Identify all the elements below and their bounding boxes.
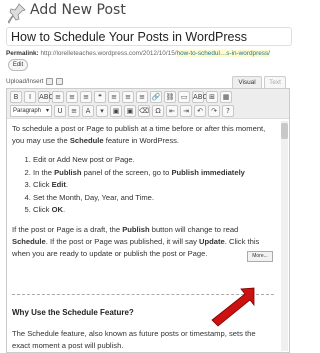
toolbar-row2-button-8[interactable]: ⇤ (166, 105, 178, 117)
toolbar-row2-button-6[interactable]: ⌫ (138, 105, 150, 117)
add-image-icon[interactable] (56, 78, 64, 85)
upload-insert-row: Upload/Insert (6, 78, 64, 85)
list-item: Edit or Add New post or Page. (33, 154, 274, 167)
tab-text[interactable]: Text (264, 76, 286, 88)
toolbar-row1-button-10[interactable]: 🔗 (150, 91, 162, 103)
steps-list: Edit or Add New post or Page. In the Pub… (12, 154, 274, 217)
toolbar-row2-button-2[interactable]: A (82, 105, 94, 117)
toolbar-row1-button-4[interactable]: ≡ (66, 91, 78, 103)
toolbar-row1-button-6[interactable]: ❝ (94, 91, 106, 103)
list-item: Click Edit. (33, 179, 274, 192)
toolbar-row1-button-11[interactable]: ⛓ (164, 91, 176, 103)
list-item: Set the Month, Day, Year, and Time. (33, 192, 274, 205)
intro-paragraph: To schedule a post or Page to publish at… (12, 124, 266, 145)
editor-scrollbar[interactable] (281, 121, 288, 351)
permalink-label: Permalink: (6, 50, 39, 57)
permalink-edit-button[interactable]: Edit (8, 59, 28, 71)
pushpin-icon (8, 3, 26, 24)
toolbar-row1-button-0[interactable]: B (10, 91, 22, 103)
toolbar-row1-button-12[interactable]: ▭ (178, 91, 190, 103)
toolbar-row-2: Paragraph U≡A▾▣▣⌫Ω⇤⇥↶↷? (10, 105, 234, 117)
toolbar-row2-button-4[interactable]: ▣ (110, 105, 122, 117)
list-item: Click OK. (33, 204, 274, 217)
toolbar-row1-button-8[interactable]: ≡ (122, 91, 134, 103)
more-tag[interactable]: More... (247, 251, 273, 262)
toolbar-row1-button-13[interactable]: ABC (192, 91, 207, 103)
toolbar-row1-button-9[interactable]: ≡ (136, 91, 148, 103)
red-arrow-annotation (211, 287, 255, 327)
permalink-slug[interactable]: how-to-schedul…s-in-wordpress/ (176, 50, 270, 57)
toolbar-row1-button-7[interactable]: ≡ (108, 91, 120, 103)
toolbar-row2-button-3[interactable]: ▾ (96, 105, 108, 117)
add-media-icon[interactable] (46, 78, 54, 85)
toolbar-row1-button-15[interactable]: ▦ (220, 91, 232, 103)
toolbar-row2-button-9[interactable]: ⇥ (180, 105, 192, 117)
toolbar-row1-button-2[interactable]: ABC (38, 91, 53, 103)
page-title: Add New Post (30, 2, 126, 18)
toolbar-row2-button-11[interactable]: ↷ (208, 105, 220, 117)
toolbar-row-1: B I ABC ≡ ≡ ≡ ❝ ≡ ≡ ≡ 🔗 ⛓ ▭ ABC ⊞ ▦ (10, 91, 232, 103)
scrollbar-thumb[interactable] (281, 123, 288, 139)
toolbar-row2-button-10[interactable]: ↶ (194, 105, 206, 117)
draft-paragraph: If the post or Page is a draft, the Publ… (12, 224, 260, 258)
post-title-input[interactable]: How to Schedule Your Posts in WordPress (6, 27, 292, 46)
toolbar-row2-button-7[interactable]: Ω (152, 105, 164, 117)
upload-insert-label: Upload/Insert (6, 78, 44, 85)
toolbar-row2-button-5[interactable]: ▣ (124, 105, 136, 117)
toolbar-row1-button-5[interactable]: ≡ (80, 91, 92, 103)
toolbar-row2-button-0[interactable]: U (54, 105, 66, 117)
permalink: Permalink: http://lorelleteaches.wordpre… (6, 50, 270, 57)
toolbar-row2-button-1[interactable]: ≡ (68, 105, 80, 117)
permalink-base: http://lorelleteaches.wordpress.com/2012… (40, 50, 177, 57)
format-select[interactable]: Paragraph (10, 105, 52, 117)
toolbar-row1-button-3[interactable]: ≡ (52, 91, 64, 103)
list-item: In the Publish panel of the screen, go t… (33, 167, 274, 180)
toolbar-row2-button-12[interactable]: ? (222, 105, 234, 117)
tab-visual[interactable]: Visual (232, 76, 262, 88)
schedule-paragraph: The Schedule feature, also known as futu… (12, 328, 256, 350)
toolbar-row1-button-1[interactable]: I (24, 91, 36, 103)
toolbar-row1-button-14[interactable]: ⊞ (206, 91, 218, 103)
editor-toolbar: BIABC≡≡≡❝≡≡≡🔗⛓▭ABC⊞▦ Paragraph U≡A▾▣▣⌫Ω⇤… (7, 89, 289, 119)
